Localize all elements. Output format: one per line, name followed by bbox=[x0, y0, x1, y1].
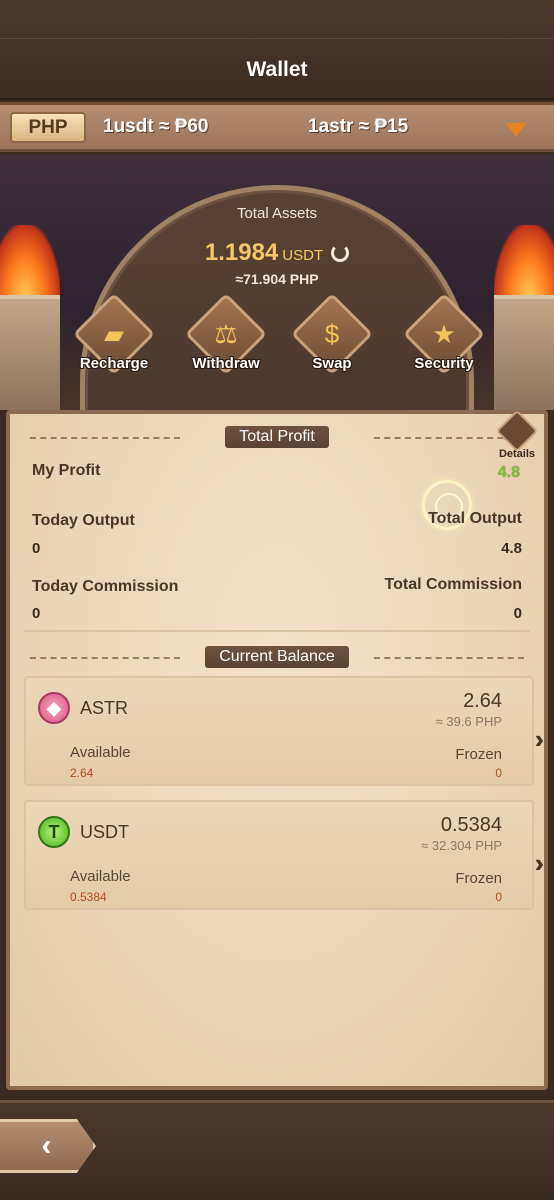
total-commission-label: Total Commission bbox=[384, 576, 523, 593]
frozen-value: 0 bbox=[495, 766, 502, 780]
coin-name: ASTR bbox=[80, 698, 129, 718]
profit-divider bbox=[24, 630, 530, 632]
total-assets-php-value: ≈71.904 bbox=[235, 271, 286, 287]
current-balance-title: Current Balance bbox=[205, 646, 349, 668]
currency-selector[interactable]: PHP bbox=[10, 112, 86, 143]
refresh-icon[interactable] bbox=[331, 244, 350, 262]
my-profit-label: My Profit bbox=[32, 462, 101, 479]
frozen-value: 0 bbox=[495, 890, 502, 904]
current-balance-header: Current Balance bbox=[10, 646, 544, 668]
security-label: Security bbox=[414, 355, 474, 372]
available-label: Available bbox=[70, 744, 131, 761]
bottom-bar: ‹‹ bbox=[0, 1100, 554, 1200]
usdt-rate: 1usdt ≈ ₱60 bbox=[103, 116, 209, 137]
coin-amount-php: ≈ 39.6 PHP bbox=[435, 714, 502, 729]
clipboard-icon bbox=[495, 409, 539, 453]
total-assets-php-unit: PHP bbox=[289, 271, 319, 287]
dashed-line-left bbox=[30, 657, 180, 659]
today-commission-label: Today Commission bbox=[32, 578, 179, 595]
balance-card-astr[interactable]: ◆ ASTR 2.64 ≈ 39.6 PHP Available 2.64 Fr… bbox=[24, 676, 547, 786]
recharge-label: Recharge bbox=[79, 355, 149, 372]
available-value: 0.5384 bbox=[70, 890, 107, 904]
action-row: ▰ Recharge ⚖ Withdraw $ Swap ★ Security bbox=[0, 292, 554, 385]
balance-card-usdt[interactable]: T USDT 0.5384 ≈ 32.304 PHP Available 0.5… bbox=[24, 800, 547, 910]
back-button[interactable]: ‹‹ bbox=[0, 1119, 96, 1173]
usdt-coin-icon: T bbox=[38, 816, 70, 848]
total-commission-value: 0 bbox=[513, 605, 522, 622]
total-assets-value: 1.1984 USDT bbox=[0, 239, 554, 267]
swap-label: Swap bbox=[312, 355, 352, 372]
double-chevron-right-icon[interactable]: ›› bbox=[535, 724, 547, 755]
frozen-label: Frozen bbox=[455, 870, 502, 887]
total-assets-label: Total Assets bbox=[236, 205, 318, 222]
details-button[interactable]: Details bbox=[494, 409, 540, 460]
astr-coin-icon: ◆ bbox=[38, 692, 70, 724]
today-output-label: Today Output bbox=[32, 512, 135, 529]
today-commission-value: 0 bbox=[32, 605, 41, 622]
total-assets-amount: 1.1984 bbox=[204, 239, 279, 266]
total-output-label: Total Output bbox=[428, 510, 522, 527]
available-value: 2.64 bbox=[70, 766, 94, 780]
swap-button[interactable]: $ Swap bbox=[284, 292, 380, 376]
total-profit-header: Total Profit bbox=[10, 426, 544, 448]
security-button[interactable]: ★ Security bbox=[396, 292, 492, 376]
top-bar: Wallet bbox=[0, 0, 554, 100]
page-title: Wallet bbox=[246, 58, 308, 81]
coin-amount: 0.5384 bbox=[440, 814, 502, 836]
exchange-rate-bar[interactable]: PHP 1usdt ≈ ₱60 1astr ≈ ₱15 bbox=[0, 102, 554, 152]
dropdown-icon[interactable] bbox=[506, 123, 526, 137]
available-label: Available bbox=[70, 868, 131, 885]
assets-hero: Total Assets 1.1984 USDT ≈71.904 PHP ▰ Re… bbox=[0, 155, 554, 410]
astr-rate: 1astr ≈ ₱15 bbox=[308, 116, 409, 137]
total-profit-title: Total Profit bbox=[225, 426, 329, 448]
coin-amount: 2.64 bbox=[463, 690, 502, 712]
coin-amount-php: ≈ 32.304 PHP bbox=[421, 838, 502, 853]
frozen-label: Frozen bbox=[455, 746, 502, 763]
dashed-line-left bbox=[30, 437, 180, 439]
coin-name: USDT bbox=[80, 822, 129, 842]
dashed-line-right bbox=[374, 657, 524, 659]
recharge-button[interactable]: ▰ Recharge bbox=[66, 292, 162, 376]
total-output-value: 4.8 bbox=[501, 540, 522, 557]
total-assets-unit: USDT bbox=[282, 247, 324, 264]
withdraw-label: Withdraw bbox=[192, 355, 260, 372]
top-divider bbox=[0, 38, 554, 39]
my-profit-value: 4.8 bbox=[497, 464, 520, 481]
wallet-panel: Total Profit Details My Profit 4.8 Today… bbox=[6, 409, 548, 1090]
double-chevron-right-icon[interactable]: ›› bbox=[535, 848, 547, 879]
total-assets-php: ≈71.904 PHP bbox=[0, 271, 554, 287]
withdraw-button[interactable]: ⚖ Withdraw bbox=[178, 292, 274, 376]
today-output-value: 0 bbox=[32, 540, 41, 557]
